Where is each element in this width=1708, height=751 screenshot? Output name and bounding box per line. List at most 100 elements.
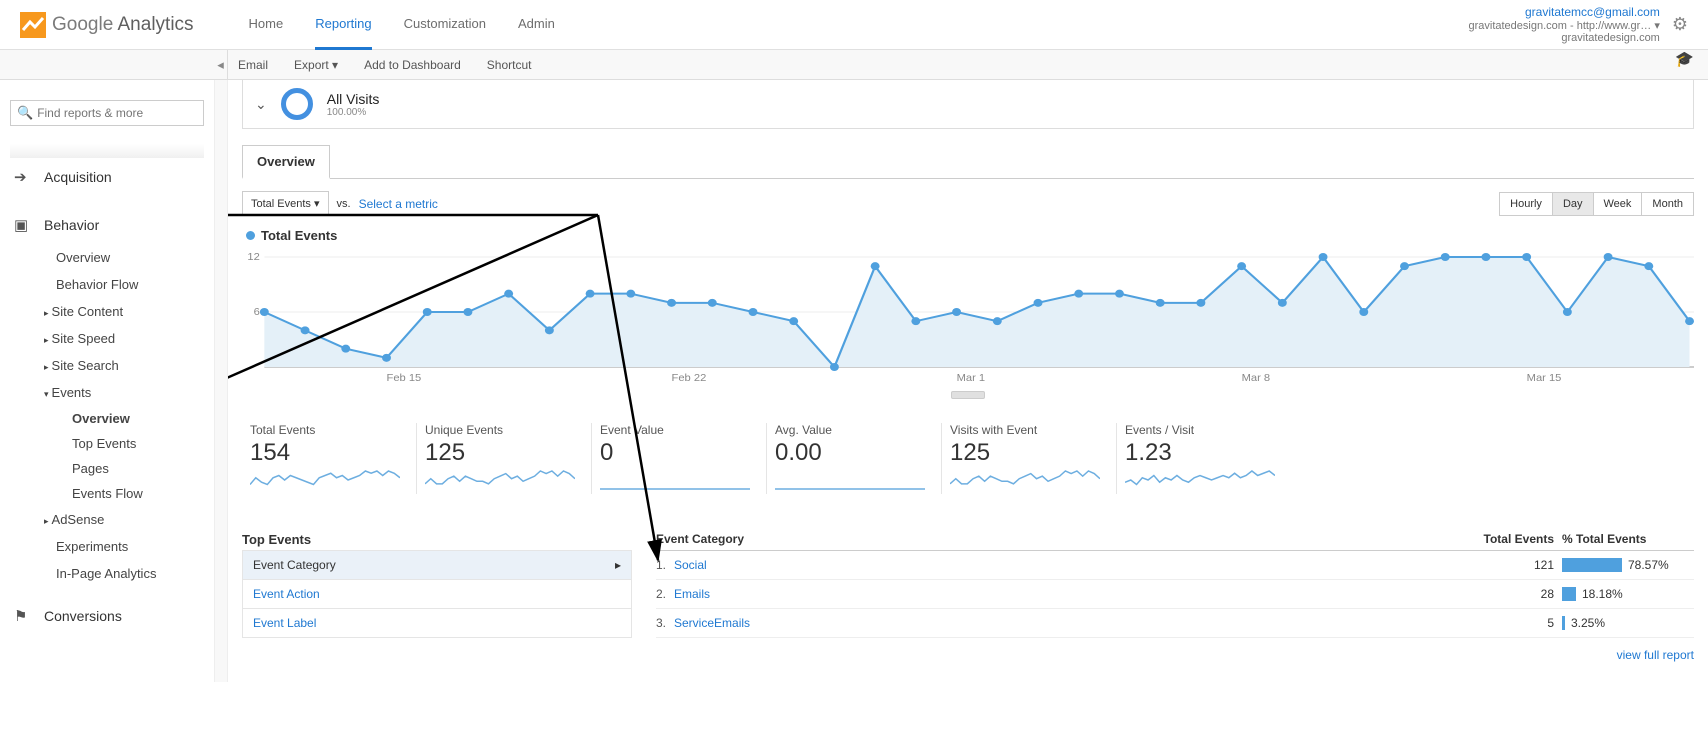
row-index: 2.: [656, 587, 674, 601]
dimension-picker: Top Events Event Category▸Event ActionEv…: [242, 532, 632, 662]
segment-toggle-icon[interactable]: ⌄: [255, 96, 267, 113]
education-icon[interactable]: 🎓: [1675, 50, 1694, 79]
ga-logo-icon: [20, 12, 46, 38]
row-pct: 3.25%: [1571, 616, 1605, 630]
row-name-link[interactable]: ServiceEmails: [674, 616, 1454, 630]
sidebar-item-events[interactable]: Events: [10, 379, 204, 406]
sparkline: [250, 469, 400, 491]
account-property: gravitatedesign.com - http://www.gr… ▾: [1468, 19, 1659, 32]
scorecards-row: Total Events 154 Unique Events 125 Event…: [242, 399, 1694, 510]
row-name-link[interactable]: Social: [674, 558, 1454, 572]
scorecard-value: 125: [950, 439, 1108, 467]
scorecard-label: Avg. Value: [775, 423, 933, 437]
behavior-icon: ▣: [14, 216, 32, 234]
action-shortcut[interactable]: Shortcut: [487, 58, 532, 72]
legend-dot-icon: [246, 231, 255, 240]
nav-customization[interactable]: Customization: [404, 0, 486, 50]
svg-text:Mar 1: Mar 1: [957, 373, 986, 384]
action-add-to-dashboard[interactable]: Add to Dashboard: [364, 58, 461, 72]
sidebar-collapse-handle[interactable]: ◂: [214, 50, 228, 79]
scorecard-label: Visits with Event: [950, 423, 1108, 437]
action-bar: ◂ Email Export ▾ Add to Dashboard Shortc…: [0, 50, 1708, 80]
svg-text:6: 6: [254, 307, 260, 318]
gear-icon[interactable]: ⚙: [1672, 14, 1688, 35]
nav-admin[interactable]: Admin: [518, 0, 555, 50]
scorecard[interactable]: Visits with Event 125: [942, 423, 1117, 494]
account-email: gravitatemcc@gmail.com: [1468, 5, 1659, 19]
action-email[interactable]: Email: [238, 58, 268, 72]
table-row: 3. ServiceEmails 5 3.25%: [656, 609, 1694, 638]
account-switcher[interactable]: gravitatemcc@gmail.com gravitatedesign.c…: [1468, 5, 1688, 44]
sidebar-scrollbar[interactable]: [214, 80, 228, 682]
period-month[interactable]: Month: [1641, 192, 1694, 216]
scorecard-value: 0.00: [775, 439, 933, 467]
sidebar-item-events-flow[interactable]: Events Flow: [10, 481, 204, 506]
logo[interactable]: Google Analytics: [20, 12, 194, 38]
sidebar-item-events-pages[interactable]: Pages: [10, 456, 204, 481]
row-total: 28: [1454, 587, 1554, 601]
period-day[interactable]: Day: [1552, 192, 1594, 216]
scorecard-label: Events / Visit: [1125, 423, 1284, 437]
sidebar-item-site-speed[interactable]: Site Speed: [10, 325, 204, 352]
scorecard[interactable]: Total Events 154: [242, 423, 417, 494]
search-input[interactable]: [37, 106, 197, 120]
row-bar: [1562, 616, 1565, 630]
search-input-wrapper[interactable]: 🔍: [10, 100, 204, 126]
report-tabs: Overview: [242, 145, 1694, 179]
select-metric-link[interactable]: Select a metric: [359, 197, 438, 211]
dimension-row[interactable]: Event Label: [242, 608, 632, 638]
sidebar-item-behavior[interactable]: ▣ Behavior: [10, 206, 204, 244]
scorecard-label: Total Events: [250, 423, 408, 437]
svg-text:12: 12: [247, 252, 260, 263]
sidebar-item-events-top[interactable]: Top Events: [10, 431, 204, 456]
nav-home[interactable]: Home: [249, 0, 284, 50]
nav-reporting[interactable]: Reporting: [315, 0, 371, 50]
sidebar-item-experiments[interactable]: Experiments: [10, 533, 204, 560]
top-events-heading: Top Events: [242, 532, 632, 547]
view-full-report-link[interactable]: view full report: [656, 648, 1694, 662]
sidebar-item-behavior-flow[interactable]: Behavior Flow: [10, 271, 204, 298]
table-row: 1. Social 121 78.57%: [656, 551, 1694, 580]
sparkline: [600, 469, 750, 491]
sidebar-item-events-overview[interactable]: Overview: [10, 406, 204, 431]
scorecard[interactable]: Events / Visit 1.23: [1117, 423, 1292, 494]
main-nav: Home Reporting Customization Admin: [249, 0, 555, 50]
action-export[interactable]: Export ▾: [294, 58, 338, 72]
period-toggle: Hourly Day Week Month: [1500, 192, 1694, 216]
svg-text:Mar 8: Mar 8: [1242, 373, 1271, 384]
table-heading-dimension: Event Category: [656, 532, 1454, 546]
svg-text:Feb 22: Feb 22: [672, 373, 707, 384]
tab-overview[interactable]: Overview: [242, 145, 330, 179]
period-hourly[interactable]: Hourly: [1499, 192, 1553, 216]
segment-ring-icon: [281, 88, 313, 120]
main-line-chart[interactable]: 612Feb 15Feb 22Mar 1Mar 8Mar 15: [242, 251, 1694, 397]
scorecard[interactable]: Event Value 0: [592, 423, 767, 494]
metric-dropdown[interactable]: Total Events ▾: [242, 191, 329, 216]
sparkline: [950, 469, 1100, 491]
scorecard[interactable]: Unique Events 125: [417, 423, 592, 494]
segment-title: All Visits: [327, 91, 380, 107]
acquisition-icon: ➔: [14, 168, 32, 186]
sidebar-item-behavior-overview[interactable]: Overview: [10, 244, 204, 271]
scorecard-value: 154: [250, 439, 408, 467]
sidebar-item-site-search[interactable]: Site Search: [10, 352, 204, 379]
report-actions: Email Export ▾ Add to Dashboard Shortcut: [228, 50, 532, 79]
table-row: 2. Emails 28 18.18%: [656, 580, 1694, 609]
scorecard-value: 1.23: [1125, 439, 1284, 467]
sparkline: [1125, 469, 1275, 491]
svg-text:Feb 15: Feb 15: [386, 373, 421, 384]
logo-text: Google Analytics: [52, 14, 194, 36]
sidebar-item-site-content[interactable]: Site Content: [10, 298, 204, 325]
sidebar-item-inpage[interactable]: In-Page Analytics: [10, 560, 204, 587]
scorecard[interactable]: Avg. Value 0.00: [767, 423, 942, 494]
sidebar-item-conversions[interactable]: ⚑ Conversions: [10, 597, 204, 635]
sidebar-item-acquisition[interactable]: ➔ Acquisition: [10, 158, 204, 196]
sidebar-item-adsense[interactable]: AdSense: [10, 506, 204, 533]
row-name-link[interactable]: Emails: [674, 587, 1454, 601]
scorecard-label: Unique Events: [425, 423, 583, 437]
dimension-row[interactable]: Event Action: [242, 579, 632, 609]
scorecard-value: 125: [425, 439, 583, 467]
dimension-row[interactable]: Event Category▸: [242, 550, 632, 580]
row-total: 5: [1454, 616, 1554, 630]
period-week[interactable]: Week: [1593, 192, 1643, 216]
